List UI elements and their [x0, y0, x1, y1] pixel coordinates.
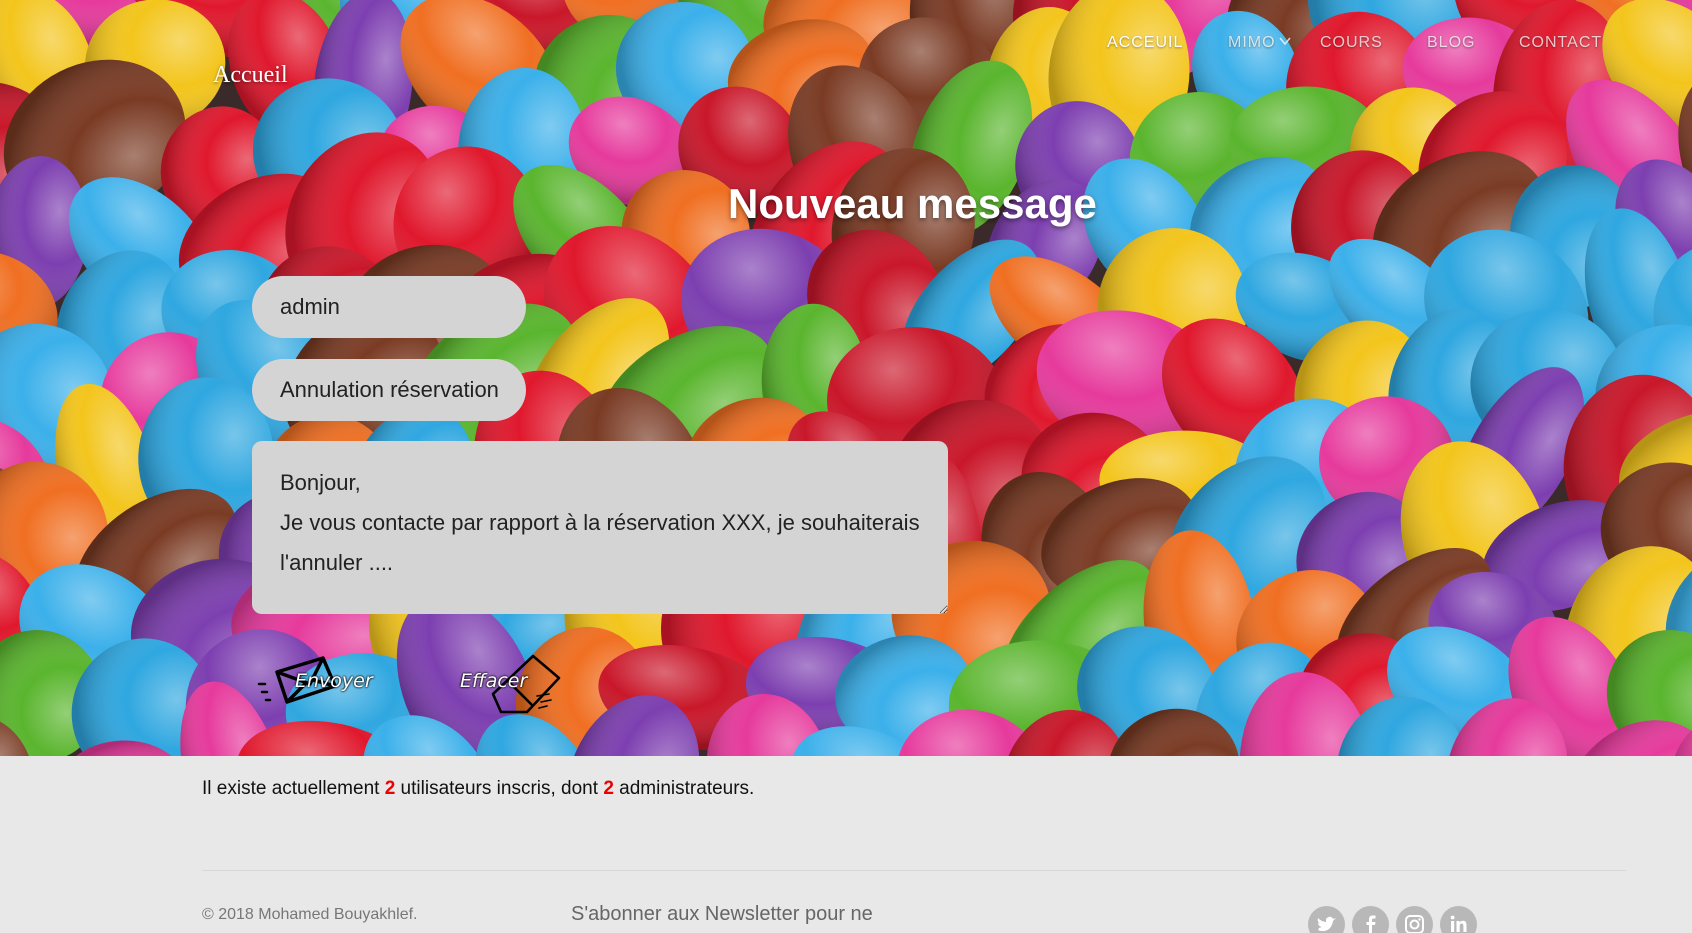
send-button[interactable]: Envoyer — [255, 650, 385, 714]
stats-middle: utilisateurs inscris, dont — [395, 778, 604, 799]
admins-count: 2 — [603, 778, 614, 799]
nav-blog[interactable]: BLOG — [1427, 34, 1475, 52]
stats-prefix: Il existe actuellement — [202, 778, 385, 799]
page-title: Nouveau message — [728, 180, 1097, 227]
clear-button-label: Effacer — [460, 670, 528, 692]
brand-link[interactable]: Accueil — [213, 62, 288, 89]
nav-contact[interactable]: CONTACT — [1519, 34, 1602, 52]
newsletter-text: S'abonner aux Newsletter pour ne — [571, 903, 873, 925]
nav-mimo-label: MIMO — [1228, 34, 1276, 51]
clear-button[interactable]: Effacer — [455, 650, 575, 714]
instagram-icon[interactable] — [1396, 906, 1433, 933]
twitter-icon[interactable] — [1308, 906, 1345, 933]
send-button-label: Envoyer — [295, 670, 373, 692]
nav-cours[interactable]: COURS — [1320, 34, 1383, 52]
footer-divider — [202, 870, 1626, 871]
nav-mimo[interactable]: MIMO — [1228, 34, 1292, 52]
copyright-text: © 2018 Mohamed Bouyakhlef. — [202, 906, 418, 923]
facebook-icon[interactable] — [1352, 906, 1389, 933]
nav-accueil[interactable]: ACCEUIL — [1107, 34, 1183, 52]
users-count: 2 — [384, 778, 396, 799]
stats-suffix: administrateurs. — [613, 778, 755, 799]
chevron-down-icon — [1278, 37, 1291, 46]
linkedin-icon[interactable] — [1440, 906, 1477, 933]
message-textarea[interactable]: Bonjour, Je vous contacte par rapport à … — [252, 441, 948, 614]
subject-input[interactable] — [252, 359, 526, 421]
hero-section: Accueil ACCEUIL MIMO COURS BLOG CONTACT … — [0, 0, 1692, 756]
recipient-input[interactable] — [252, 276, 526, 338]
users-stats: Il existe actuellement 2 utilisateurs in… — [202, 778, 754, 800]
main-nav: ACCEUIL MIMO COURS BLOG CONTACT — [0, 34, 1692, 58]
